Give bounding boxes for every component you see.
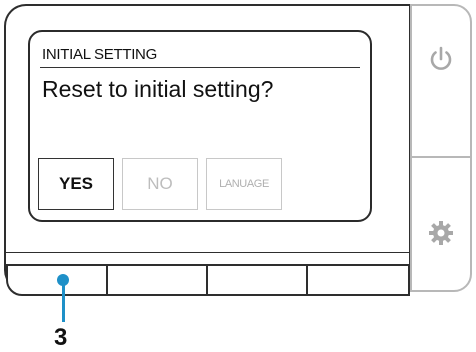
settings-button[interactable] — [412, 220, 470, 246]
title-divider — [40, 67, 360, 68]
device-panel: INITIAL SETTING Reset to initial setting… — [4, 4, 410, 292]
hardware-key-3[interactable] — [206, 264, 308, 296]
side-panel — [410, 4, 472, 292]
callout-label: 3 — [54, 324, 68, 351]
language-button[interactable]: LANUAGE — [206, 158, 282, 210]
hardware-key-2[interactable] — [106, 264, 208, 296]
gear-icon — [429, 221, 453, 245]
screen-title: INITIAL SETTING — [42, 46, 157, 63]
callout-line — [62, 278, 65, 322]
no-button[interactable]: NO — [122, 158, 198, 210]
lcd-screen: INITIAL SETTING Reset to initial setting… — [28, 30, 372, 222]
screen-message: Reset to initial setting? — [42, 76, 274, 102]
bezel-divider — [6, 252, 409, 253]
side-divider — [412, 156, 470, 158]
power-icon — [430, 46, 452, 70]
power-button[interactable] — [412, 46, 470, 74]
yes-button[interactable]: YES — [38, 158, 114, 210]
hardware-key-4[interactable] — [306, 264, 410, 296]
